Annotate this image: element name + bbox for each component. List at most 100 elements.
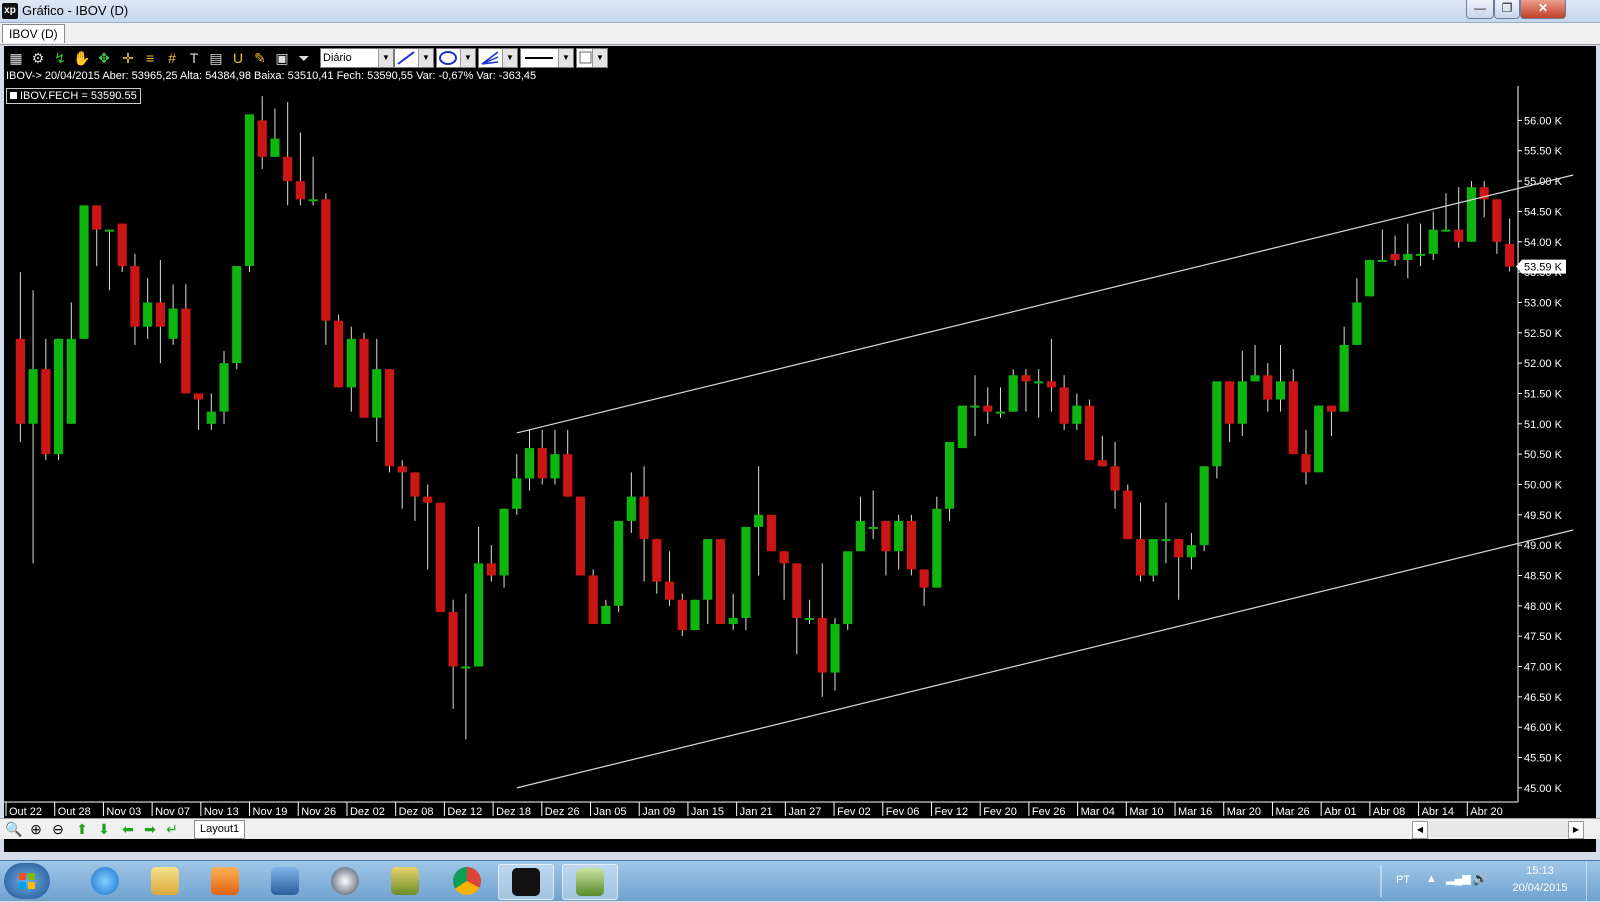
taskbar-xp[interactable]	[498, 864, 554, 900]
tray-divider	[1380, 865, 1382, 897]
x-tick-label: Mar 16	[1178, 806, 1212, 818]
candle-body	[843, 551, 853, 625]
close-button[interactable]: ✕	[1520, 0, 1566, 19]
chevron-down-icon: ▼	[558, 49, 573, 67]
candle-body	[410, 472, 420, 497]
candle-body	[486, 563, 496, 576]
candle-body	[1314, 405, 1324, 473]
x-tick-label: Out 28	[58, 806, 91, 818]
tab-ibov[interactable]: IBOV (D)	[2, 24, 65, 43]
taskbar-chrome[interactable]	[440, 864, 494, 898]
taskbar-sync[interactable]	[378, 864, 432, 898]
zoom-out-icon[interactable]: ⊖	[48, 820, 68, 838]
settings-icon[interactable]: ⚙	[28, 48, 48, 68]
arrow-down-icon[interactable]: ⬇	[94, 820, 114, 838]
zoom-cursor-icon[interactable]: ✥	[94, 48, 114, 68]
arrow-left-icon[interactable]: ⬅	[118, 820, 138, 838]
y-tick-label: 56.00 K	[1524, 115, 1563, 127]
scroll-right-icon[interactable]: ▶	[1568, 821, 1584, 839]
scroll-end-icon[interactable]: ↵	[162, 820, 182, 838]
start-button[interactable]	[4, 863, 50, 899]
filter-icon[interactable]: ⏷	[294, 48, 314, 68]
candle-body	[512, 478, 522, 509]
x-tick-label: Jan 21	[740, 806, 773, 818]
horizontal-lines-icon[interactable]: ≡	[140, 48, 160, 68]
x-tick-label: Fev 02	[837, 806, 871, 818]
show-desktop-button[interactable]	[1586, 861, 1600, 901]
line-style-select[interactable]: ▼	[520, 48, 574, 68]
candle-body	[1072, 405, 1082, 424]
taskbar-chart-app[interactable]	[562, 864, 618, 900]
period-select[interactable]: Diário ▼	[320, 48, 394, 68]
show-hidden-icons[interactable]: ▲	[1426, 873, 1437, 885]
scroll-left-icon[interactable]: ◀	[1412, 821, 1428, 839]
series-legend: IBOV.FECH = 53590.55	[6, 88, 141, 104]
maximize-button[interactable]: ❐	[1494, 0, 1520, 19]
taskbar-explorer[interactable]	[138, 864, 192, 898]
candle-body	[563, 454, 573, 497]
taskbar-hp[interactable]	[318, 864, 372, 898]
fan-tool-select[interactable]: ▼	[478, 48, 518, 68]
candle-body	[117, 223, 127, 267]
x-tick-label: Jan 27	[788, 806, 821, 818]
hand-icon[interactable]: ✋	[72, 48, 92, 68]
y-tick-label: 55.50 K	[1524, 146, 1563, 158]
candle-body	[575, 496, 586, 576]
hp-icon	[331, 867, 359, 895]
candle-body	[537, 448, 547, 479]
candle-body	[741, 526, 751, 618]
candle-body	[1008, 375, 1018, 412]
x-tick-label: Out 22	[9, 806, 42, 818]
line-tool-select[interactable]: ▼	[394, 48, 434, 68]
volume-icon[interactable]: 🔊	[1472, 871, 1488, 887]
candle-body	[143, 302, 153, 327]
chart-type-icon[interactable]: ▦	[6, 48, 26, 68]
tab-layout1[interactable]: Layout1	[194, 820, 246, 839]
arrow-up-icon[interactable]: ⬆	[72, 820, 92, 838]
x-tick-label: Mar 20	[1227, 806, 1261, 818]
clock-date[interactable]: 20/04/2015	[1504, 882, 1576, 894]
arrow-right-icon[interactable]: ➡	[140, 820, 160, 838]
clock-time[interactable]: 15:13	[1508, 865, 1572, 877]
indicator-icon[interactable]: ↯	[50, 48, 70, 68]
folder-icon	[151, 867, 179, 895]
taskbar-app-blue[interactable]	[258, 864, 312, 898]
language-indicator[interactable]: PT	[1396, 874, 1410, 886]
x-tick-label: Dez 18	[496, 806, 531, 818]
zoom-fit-icon[interactable]: 🔍	[4, 820, 24, 838]
horizontal-scrollbar[interactable]: ◀ ▶	[1412, 821, 1584, 839]
network-icon[interactable]: ▂▄▆	[1446, 872, 1471, 885]
lock-icon[interactable]: ▣	[272, 48, 292, 68]
candle-body	[1390, 253, 1400, 260]
calculator-icon[interactable]: ▤	[206, 48, 226, 68]
crosshair-icon[interactable]: ✛	[118, 48, 138, 68]
candle-body	[817, 617, 827, 673]
chevron-down-icon: ▼	[592, 49, 607, 67]
candle-body	[1148, 539, 1158, 576]
candle-body	[41, 369, 51, 455]
candle-body	[995, 411, 1006, 414]
pen-icon[interactable]: ✎	[250, 48, 270, 68]
candle-body	[193, 393, 204, 400]
candle-body	[1174, 539, 1184, 558]
minimize-button[interactable]: —	[1466, 0, 1494, 19]
candle-body	[334, 320, 344, 388]
candlestick-chart[interactable]: 45.00 K 45.50 K 46.00 K 46.50 K 47.00 K 47.50…	[4, 46, 1596, 852]
y-tick-label: 54.00 K	[1524, 237, 1563, 249]
arrow-app-icon	[271, 867, 299, 895]
grid-icon[interactable]: #	[162, 48, 182, 68]
magnet-icon[interactable]: U	[228, 48, 248, 68]
text-tool-icon[interactable]: T	[184, 48, 204, 68]
candle-body	[1059, 387, 1069, 424]
taskbar-media-player[interactable]	[198, 864, 252, 898]
chart-area[interactable]: 45.00 K 45.50 K 46.00 K 46.50 K 47.00 K 47.50…	[4, 46, 1596, 852]
y-tick-label: 49.50 K	[1524, 510, 1563, 522]
x-tick-label: Mar 04	[1081, 806, 1115, 818]
candle-body	[53, 338, 64, 455]
zoom-in-icon[interactable]: ⊕	[26, 820, 46, 838]
color-select[interactable]: ▼	[576, 48, 608, 68]
taskbar-ie[interactable]	[78, 864, 132, 898]
ellipse-tool-select[interactable]: ▼	[436, 48, 476, 68]
chevron-down-icon: ▼	[418, 49, 433, 67]
candle-body	[855, 520, 866, 552]
